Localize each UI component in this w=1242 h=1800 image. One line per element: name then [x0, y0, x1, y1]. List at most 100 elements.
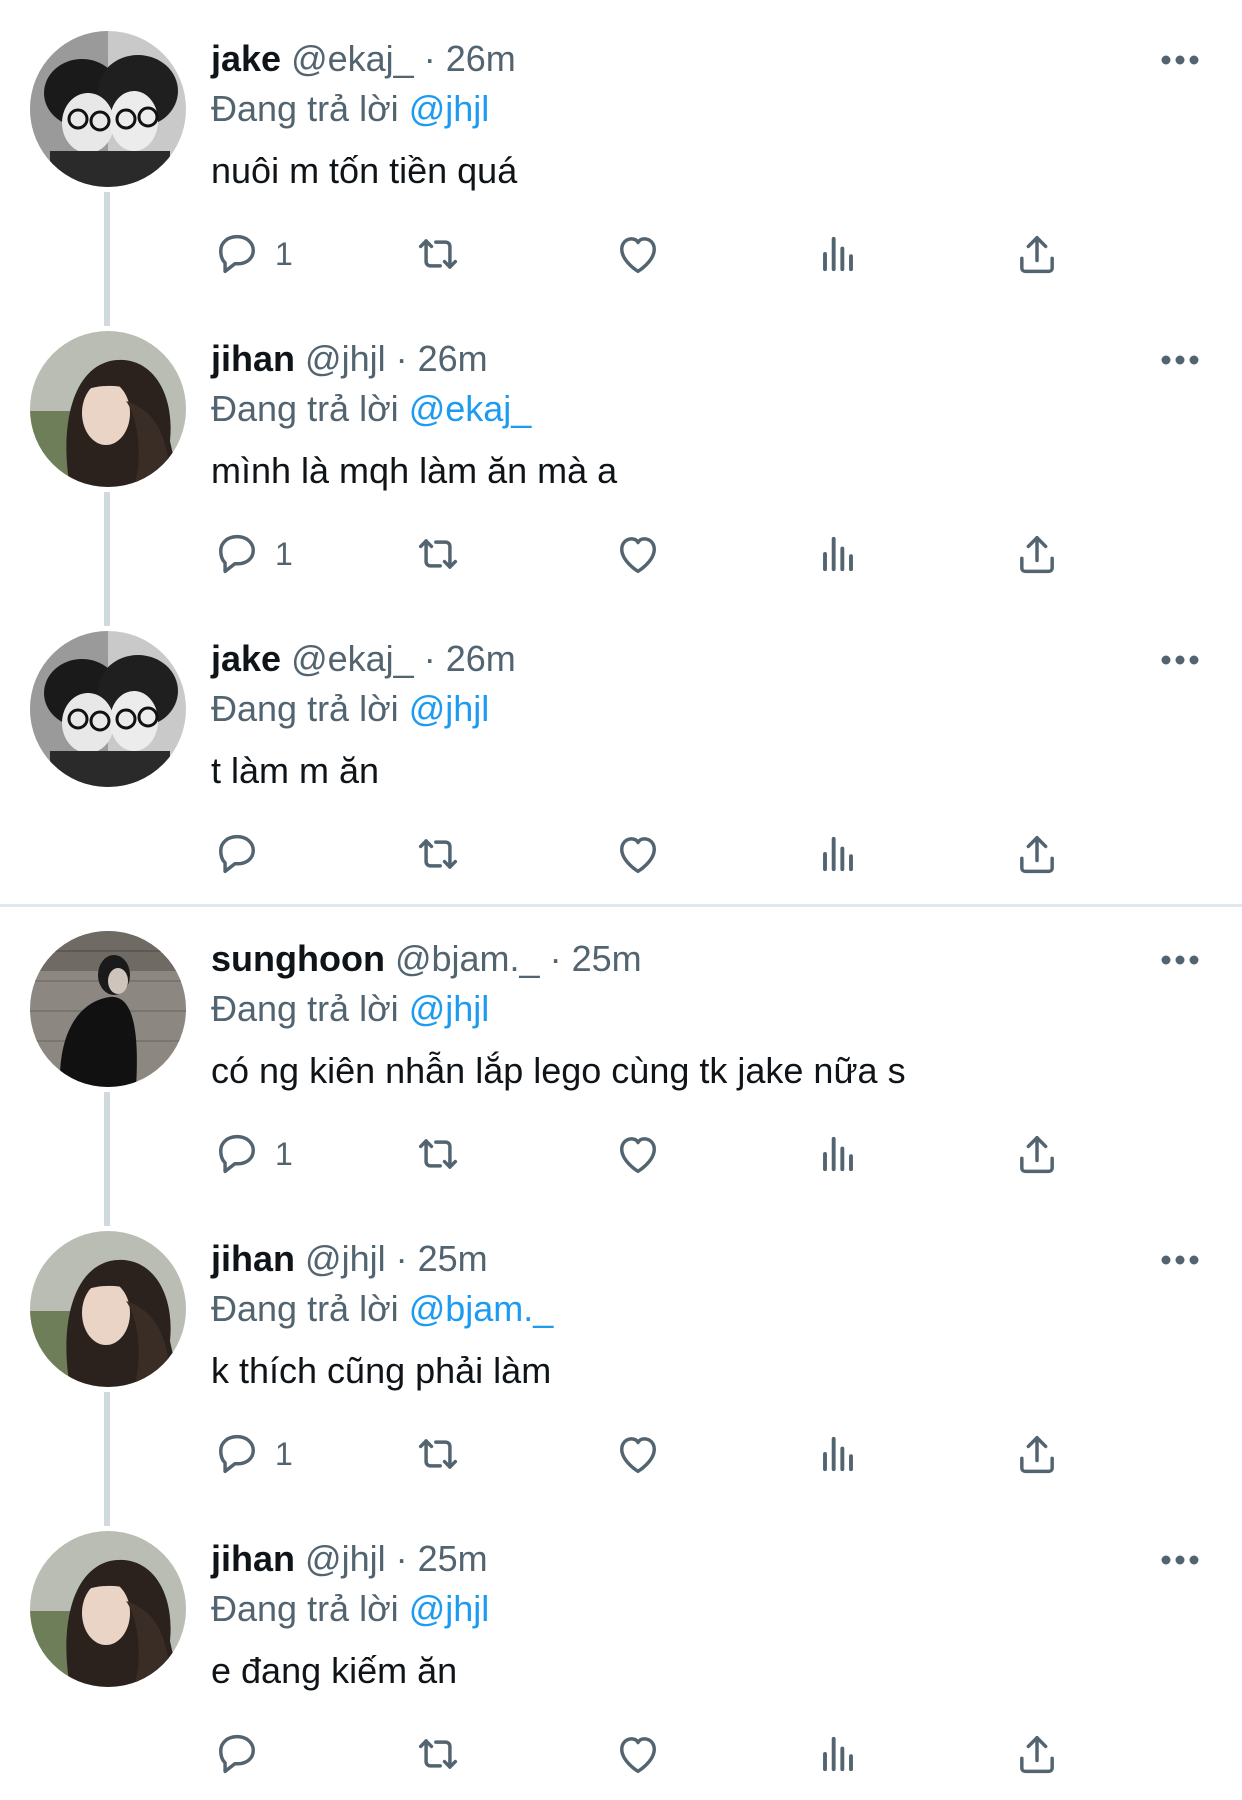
- reply-button[interactable]: [211, 1726, 275, 1782]
- mention-link[interactable]: @jhjl: [409, 688, 490, 729]
- more-options-button[interactable]: [1150, 942, 1210, 978]
- views-button[interactable]: [812, 1726, 864, 1782]
- timestamp[interactable]: 26m: [418, 338, 488, 379]
- tweet[interactable]: jihan @jhjl · 25m Đang trả lời @jhjl e đ…: [0, 1500, 1242, 1800]
- display-name[interactable]: jihan: [211, 1538, 295, 1579]
- avatar[interactable]: [30, 931, 186, 1087]
- views-button[interactable]: [812, 1426, 864, 1482]
- like-button[interactable]: [612, 1426, 664, 1482]
- user-handle[interactable]: @jhjl: [305, 338, 386, 379]
- reply-icon: [219, 834, 255, 874]
- more-options-button[interactable]: [1150, 1242, 1210, 1278]
- display-name[interactable]: jake: [211, 38, 281, 79]
- like-button[interactable]: [612, 226, 664, 282]
- share-button[interactable]: [1011, 1426, 1063, 1482]
- more-options-button[interactable]: [1150, 1542, 1210, 1578]
- avatar[interactable]: [30, 331, 186, 487]
- retweet-button[interactable]: [412, 226, 464, 282]
- reply-button[interactable]: 1: [211, 526, 293, 582]
- replying-to-label: Đang trả lời: [211, 88, 399, 129]
- reply-count: 1: [275, 1435, 293, 1472]
- tweet[interactable]: jihan @jhjl · 26m Đang trả lời @ekaj_ mì…: [0, 300, 1242, 600]
- reply-button[interactable]: 1: [211, 1426, 293, 1482]
- mention-link[interactable]: @bjam._: [409, 1288, 554, 1329]
- like-button[interactable]: [612, 1126, 664, 1182]
- user-handle[interactable]: @jhjl: [305, 1538, 386, 1579]
- display-name[interactable]: jihan: [211, 338, 295, 379]
- mention-link[interactable]: @jhjl: [409, 1588, 490, 1629]
- reply-icon: [219, 1134, 255, 1174]
- separator-dot: ·: [549, 938, 562, 979]
- reply-button[interactable]: [211, 826, 275, 882]
- tweet-text: k thích cũng phải làm: [211, 1350, 552, 1391]
- display-name[interactable]: jihan: [211, 1238, 295, 1279]
- display-name[interactable]: jake: [211, 638, 281, 679]
- retweet-button[interactable]: [412, 1426, 464, 1482]
- share-icon: [1020, 1436, 1054, 1474]
- replying-to-label: Đang trả lời: [211, 988, 399, 1029]
- avatar[interactable]: [30, 1231, 186, 1387]
- share-icon: [1020, 236, 1054, 274]
- replying-to: Đang trả lời @ekaj_: [211, 384, 531, 434]
- retweet-button[interactable]: [412, 826, 464, 882]
- display-name[interactable]: sunghoon: [211, 938, 385, 979]
- more-options-button[interactable]: [1150, 642, 1210, 678]
- tweet[interactable]: jake @ekaj_ · 26m Đang trả lời @jhjl nuô…: [0, 0, 1242, 300]
- retweet-icon: [418, 239, 458, 269]
- like-button[interactable]: [612, 826, 664, 882]
- tweet[interactable]: jake @ekaj_ · 26m Đang trả lời @jhjl t l…: [0, 600, 1242, 900]
- user-handle[interactable]: @jhjl: [305, 1238, 386, 1279]
- share-button[interactable]: [1011, 226, 1063, 282]
- views-button[interactable]: [812, 1126, 864, 1182]
- timestamp[interactable]: 25m: [418, 1238, 488, 1279]
- retweet-icon: [418, 1139, 458, 1169]
- mention-link[interactable]: @jhjl: [409, 88, 490, 129]
- replying-to-label: Đang trả lời: [211, 1588, 399, 1629]
- replying-to: Đang trả lời @jhjl: [211, 84, 489, 134]
- timestamp[interactable]: 25m: [572, 938, 642, 979]
- tweet-text: e đang kiếm ăn: [211, 1650, 458, 1691]
- like-button[interactable]: [612, 1726, 664, 1782]
- separator-dot: ·: [395, 338, 408, 379]
- share-button[interactable]: [1011, 526, 1063, 582]
- user-handle[interactable]: @ekaj_: [291, 38, 414, 79]
- reply-button[interactable]: 1: [211, 1126, 293, 1182]
- avatar[interactable]: [30, 631, 186, 787]
- retweet-button[interactable]: [412, 526, 464, 582]
- tweet-header: jake @ekaj_ · 26m: [211, 34, 516, 84]
- share-button[interactable]: [1011, 1126, 1063, 1182]
- views-button[interactable]: [812, 226, 864, 282]
- timestamp[interactable]: 26m: [446, 638, 516, 679]
- retweet-button[interactable]: [412, 1126, 464, 1182]
- replying-to: Đang trả lời @bjam._: [211, 1284, 553, 1334]
- reply-button[interactable]: 1: [211, 226, 293, 282]
- retweet-button[interactable]: [412, 1726, 464, 1782]
- mention-link[interactable]: @ekaj_: [409, 388, 532, 429]
- more-options-button[interactable]: [1150, 42, 1210, 78]
- avatar[interactable]: [30, 1531, 186, 1687]
- reply-count: 1: [275, 535, 293, 572]
- tweet[interactable]: sunghoon @bjam._ · 25m Đang trả lời @jhj…: [0, 900, 1242, 1200]
- replying-to: Đang trả lời @jhjl: [211, 684, 489, 734]
- separator-dot: ·: [395, 1238, 408, 1279]
- more-options-button[interactable]: [1150, 342, 1210, 378]
- heart-icon: [620, 1437, 656, 1474]
- avatar[interactable]: [30, 31, 186, 187]
- mention-link[interactable]: @jhjl: [409, 988, 490, 1029]
- views-button[interactable]: [812, 526, 864, 582]
- separator-dot: ·: [423, 638, 436, 679]
- reply-icon: [219, 534, 255, 574]
- analytics-icon: [823, 536, 853, 572]
- timestamp[interactable]: 25m: [418, 1538, 488, 1579]
- user-handle[interactable]: @bjam._: [395, 938, 540, 979]
- timestamp[interactable]: 26m: [446, 38, 516, 79]
- more-icon: [1161, 1555, 1199, 1565]
- more-icon: [1161, 655, 1199, 665]
- like-button[interactable]: [612, 526, 664, 582]
- share-button[interactable]: [1011, 826, 1063, 882]
- share-button[interactable]: [1011, 1726, 1063, 1782]
- views-button[interactable]: [812, 826, 864, 882]
- user-handle[interactable]: @ekaj_: [291, 638, 414, 679]
- tweet[interactable]: jihan @jhjl · 25m Đang trả lời @bjam._ k…: [0, 1200, 1242, 1500]
- more-icon: [1161, 355, 1199, 365]
